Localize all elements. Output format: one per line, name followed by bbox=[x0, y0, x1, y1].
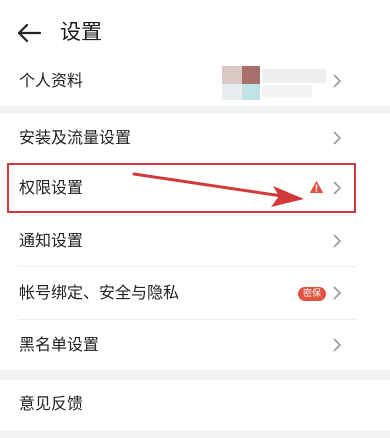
row-install-traffic[interactable]: 安装及流量设置 bbox=[0, 114, 356, 163]
settings-screen: 设置 个人资料 安装及流量设置 权限设置 通知设置 帐号绑定、安全与隐私 密保 … bbox=[0, 0, 390, 438]
row-permissions[interactable]: 权限设置 bbox=[0, 164, 356, 212]
chevron-right-icon bbox=[333, 131, 342, 145]
chevron-right-icon bbox=[333, 181, 342, 195]
row-label: 帐号绑定、安全与隐私 bbox=[19, 283, 180, 302]
group-separator bbox=[0, 430, 390, 438]
chevron-right-icon bbox=[333, 74, 342, 88]
row-label: 安装及流量设置 bbox=[19, 128, 132, 147]
arrow-left-icon[interactable] bbox=[16, 21, 42, 45]
row-feedback[interactable]: 意见反馈 bbox=[0, 380, 356, 430]
row-profile[interactable]: 个人资料 bbox=[0, 56, 356, 106]
chevron-right-icon bbox=[333, 234, 342, 248]
avatar bbox=[222, 66, 326, 100]
group-separator bbox=[0, 106, 390, 114]
row-label: 权限设置 bbox=[19, 178, 84, 197]
row-blacklist[interactable]: 黑名单设置 bbox=[0, 320, 356, 370]
security-badge: 密保 bbox=[298, 287, 326, 301]
row-label: 通知设置 bbox=[19, 231, 84, 250]
header-bar: 设置 bbox=[0, 0, 390, 62]
warning-triangle-icon bbox=[309, 180, 324, 193]
chevron-right-icon bbox=[333, 338, 342, 352]
row-label: 个人资料 bbox=[19, 71, 84, 90]
group-separator bbox=[0, 370, 390, 380]
row-label: 黑名单设置 bbox=[19, 335, 100, 354]
chevron-right-icon bbox=[333, 286, 342, 300]
row-notifications[interactable]: 通知设置 bbox=[0, 216, 356, 266]
row-label: 意见反馈 bbox=[19, 394, 84, 413]
page-title: 设置 bbox=[60, 20, 102, 44]
